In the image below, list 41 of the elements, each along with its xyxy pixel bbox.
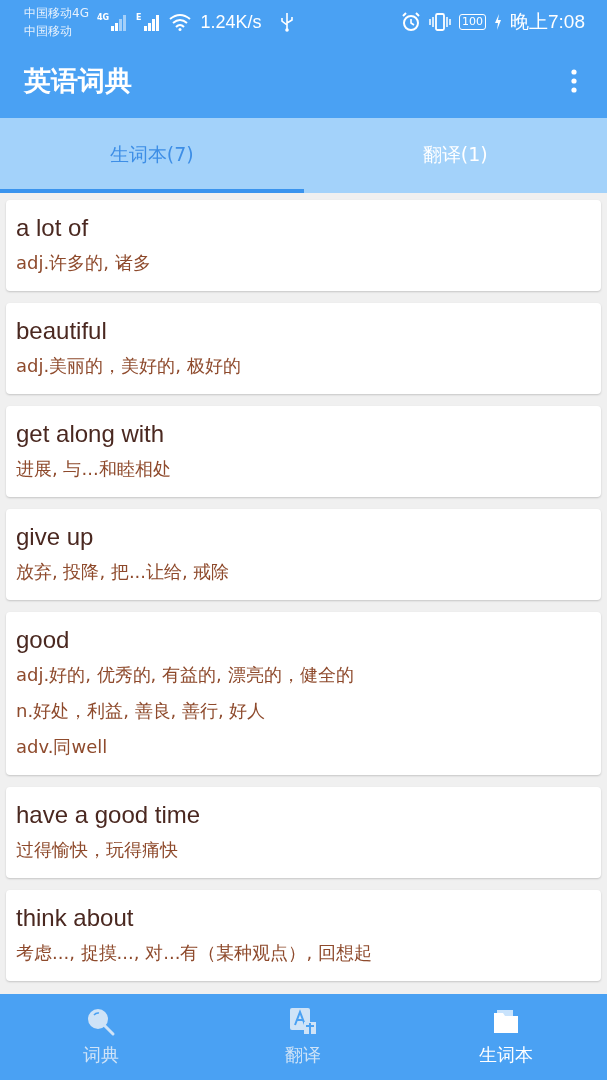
word-card[interactable]: a lot of adj.许多的, 诸多: [6, 200, 601, 291]
meaning-text: 过得愉快，玩得痛快: [16, 838, 179, 862]
meaning-text: 考虑..., 捉摸..., 对...有（某种观点）, 回想起: [16, 941, 373, 965]
network-speed: 1.24K/s: [200, 11, 262, 33]
signal-icon: [110, 13, 129, 31]
meaning-text: adj.好的, 优秀的, 有益的, 漂亮的，健全的: [16, 663, 355, 687]
carrier-name: 中国移动: [24, 23, 73, 40]
meaning-text: 放弃, 投降, 把...让给, 戒除: [16, 560, 231, 584]
meaning-text: adj.美丽的，美好的, 极好的: [16, 354, 242, 378]
charging-icon: [494, 14, 502, 30]
meaning-text: adv.同well: [16, 735, 109, 759]
word-card[interactable]: beautiful adj.美丽的，美好的, 极好的: [6, 303, 601, 394]
word-text: good: [16, 625, 71, 655]
word-card[interactable]: give up 放弃, 投降, 把...让给, 戒除: [6, 509, 601, 600]
meaning-text: 进展, 与...和睦相处: [16, 457, 172, 481]
word-card[interactable]: get along with 进展, 与...和睦相处: [6, 406, 601, 497]
vibrate-icon: [429, 12, 451, 32]
meaning-text: n.好处，利益, 善良, 善行, 好人: [16, 699, 267, 723]
search-icon: [86, 1007, 117, 1037]
word-text: give up: [16, 522, 95, 552]
wifi-icon: [168, 13, 191, 31]
carrier-name: 中国移动4G: [24, 5, 89, 22]
word-text: have a good time: [16, 800, 202, 830]
translate-icon: [288, 1007, 319, 1037]
app-title: 英语词典: [24, 64, 132, 98]
word-card[interactable]: have a good time 过得愉快，玩得痛快: [6, 787, 601, 878]
alarm-icon: [401, 12, 421, 32]
signal-icon: [142, 13, 161, 31]
more-icon: [571, 69, 577, 93]
word-text: think about: [16, 903, 135, 933]
battery-level: 100: [459, 14, 486, 30]
word-text: get along with: [16, 419, 166, 449]
word-card[interactable]: good adj.好的, 优秀的, 有益的, 漂亮的，健全的 n.好处，利益, 善良, 善行, 好人 adv.同well: [6, 612, 601, 775]
word-text: a lot of: [16, 213, 90, 243]
network-type: E: [136, 13, 142, 23]
clock-time: 晚上7:08: [510, 10, 585, 34]
network-type: 4G: [96, 13, 110, 23]
meaning-text: adj.许多的, 诸多: [16, 251, 152, 275]
word-text: beautiful: [16, 316, 108, 346]
usb-icon: [279, 12, 294, 32]
word-card[interactable]: think about 考虑..., 捉摸..., 对...有（某种观点）, 回想起: [6, 890, 601, 981]
